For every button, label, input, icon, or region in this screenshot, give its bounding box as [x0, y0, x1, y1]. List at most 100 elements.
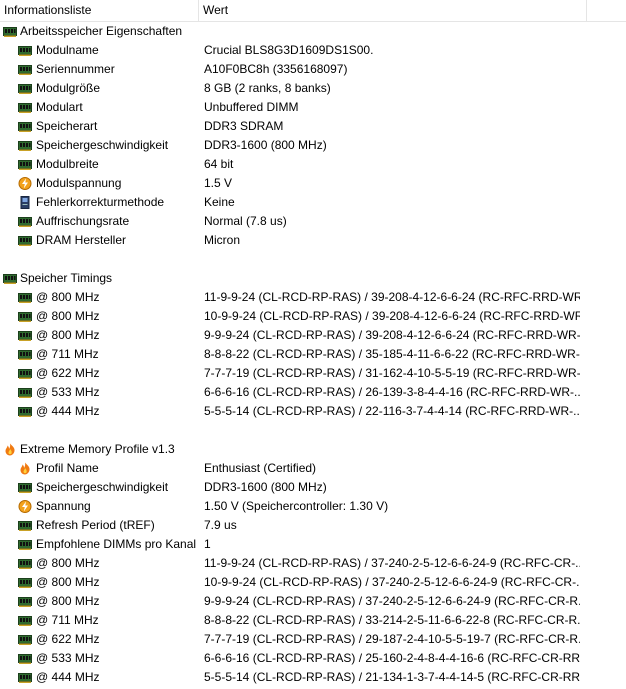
ram-module-icon: [18, 367, 32, 380]
item-value: 11-9-9-24 (CL-RCD-RP-RAS) / 39-208-4-12-…: [204, 290, 580, 304]
item-name: @ 800 MHz: [36, 309, 100, 323]
item-name: Modulspannung: [36, 176, 122, 190]
ram-module-icon: [18, 614, 32, 627]
list-item[interactable]: Speicherart DDR3 SDRAM: [0, 117, 626, 136]
flame-icon: [18, 462, 32, 475]
list-item[interactable]: @ 800 MHz 11-9-9-24 (CL-RCD-RP-RAS) / 37-…: [0, 554, 626, 573]
item-value: Micron: [204, 233, 241, 247]
item-name: Fehlerkorrekturmethode: [36, 195, 165, 209]
ram-module-icon: [18, 234, 32, 247]
list-item[interactable]: @ 800 MHz 10-9-9-24 (CL-RCD-RP-RAS) / 37-…: [0, 573, 626, 592]
list-item[interactable]: Modulspannung 1.5 V: [0, 174, 626, 193]
ram-module-icon: [18, 158, 32, 171]
group-title: Arbeitsspeicher Eigenschaften: [20, 24, 183, 38]
item-name: DRAM Hersteller: [36, 233, 127, 247]
list-item[interactable]: Profil Name Enthusiast (Certified): [0, 459, 626, 478]
list-item[interactable]: @ 800 MHz 10-9-9-24 (CL-RCD-RP-RAS) / 39-…: [0, 307, 626, 326]
list-item[interactable]: Modulbreite 64 bit: [0, 155, 626, 174]
item-name: @ 800 MHz: [36, 575, 100, 589]
list-item[interactable]: @ 622 MHz 7-7-7-19 (CL-RCD-RP-RAS) / 29-1…: [0, 630, 626, 649]
group-header-speicher-timings[interactable]: Speicher Timings: [0, 269, 626, 288]
list-item[interactable]: Refresh Period (tREF) 7.9 us: [0, 516, 626, 535]
item-value: DDR3-1600 (800 MHz): [204, 480, 327, 494]
list-item[interactable]: @ 800 MHz 9-9-9-24 (CL-RCD-RP-RAS) / 39-2…: [0, 326, 626, 345]
info-list: Arbeitsspeicher Eigenschaften Modulname Cr…: [0, 22, 626, 687]
item-name: Modulname: [36, 43, 99, 57]
list-item[interactable]: Speichergeschwindigkeit DDR3-1600 (800 MH…: [0, 478, 626, 497]
ram-module-icon: [18, 595, 32, 608]
ram-module-icon: [18, 481, 32, 494]
ram-module-icon: [3, 272, 17, 285]
item-value: 1: [204, 537, 211, 551]
list-item[interactable]: @ 533 MHz 6-6-6-16 (CL-RCD-RP-RAS) / 25-1…: [0, 649, 626, 668]
item-name: @ 711 MHz: [36, 347, 99, 361]
ram-module-icon: [18, 101, 32, 114]
item-value: 8-8-8-22 (CL-RCD-RP-RAS) / 33-214-2-5-11…: [204, 613, 580, 627]
list-item[interactable]: @ 444 MHz 5-5-5-14 (CL-RCD-RP-RAS) / 21-1…: [0, 668, 626, 687]
item-value: 9-9-9-24 (CL-RCD-RP-RAS) / 37-240-2-5-12…: [204, 594, 580, 608]
item-name: Seriennummer: [36, 62, 115, 76]
item-name: Empfohlene DIMMs pro Kanal: [36, 537, 197, 551]
list-item[interactable]: @ 622 MHz 7-7-7-19 (CL-RCD-RP-RAS) / 31-1…: [0, 364, 626, 383]
list-item[interactable]: Speichergeschwindigkeit DDR3-1600 (800 MH…: [0, 136, 626, 155]
ram-module-icon: [18, 82, 32, 95]
list-item[interactable]: @ 800 MHz 9-9-9-24 (CL-RCD-RP-RAS) / 37-2…: [0, 592, 626, 611]
ram-module-icon: [18, 291, 32, 304]
group-title: Extreme Memory Profile v1.3: [20, 442, 175, 456]
item-name: @ 444 MHz: [36, 404, 100, 418]
list-item[interactable]: Auffrischungsrate Normal (7.8 us): [0, 212, 626, 231]
ram-module-icon: [3, 25, 17, 38]
list-item[interactable]: Empfohlene DIMMs pro Kanal 1: [0, 535, 626, 554]
device-icon: [18, 196, 32, 209]
voltage-icon: [18, 177, 32, 190]
ram-module-icon: [18, 519, 32, 532]
list-item[interactable]: Spannung 1.50 V (Speichercontroller: 1.30…: [0, 497, 626, 516]
item-value: DDR3-1600 (800 MHz): [204, 138, 327, 152]
list-item[interactable]: @ 533 MHz 6-6-6-16 (CL-RCD-RP-RAS) / 26-1…: [0, 383, 626, 402]
list-item[interactable]: Modulart Unbuffered DIMM: [0, 98, 626, 117]
group-header-arbeitsspeicher-eigenschaften[interactable]: Arbeitsspeicher Eigenschaften: [0, 22, 626, 41]
item-value: 10-9-9-24 (CL-RCD-RP-RAS) / 39-208-4-12-…: [204, 309, 580, 323]
item-name: @ 800 MHz: [36, 594, 100, 608]
item-name: Speicherart: [36, 119, 98, 133]
list-item[interactable]: @ 800 MHz 11-9-9-24 (CL-RCD-RP-RAS) / 39-…: [0, 288, 626, 307]
list-item[interactable]: Fehlerkorrekturmethode Keine: [0, 193, 626, 212]
item-value: 6-6-6-16 (CL-RCD-RP-RAS) / 25-160-2-4-8-…: [204, 651, 580, 665]
group-header-extreme-memory-profile-v1-3[interactable]: Extreme Memory Profile v1.3: [0, 440, 626, 459]
item-value: 6-6-6-16 (CL-RCD-RP-RAS) / 26-139-3-8-4-…: [204, 385, 580, 399]
list-item[interactable]: @ 444 MHz 5-5-5-14 (CL-RCD-RP-RAS) / 22-1…: [0, 402, 626, 421]
column-header-name[interactable]: Informationsliste: [0, 0, 199, 21]
item-value: 11-9-9-24 (CL-RCD-RP-RAS) / 37-240-2-5-1…: [204, 556, 580, 570]
ram-module-icon: [18, 405, 32, 418]
item-value: 1.5 V: [204, 176, 233, 190]
list-item[interactable]: Modulgröße 8 GB (2 ranks, 8 banks): [0, 79, 626, 98]
list-item[interactable]: Seriennummer A10F0BC8h (3356168097): [0, 60, 626, 79]
list-item[interactable]: DRAM Hersteller Micron: [0, 231, 626, 250]
group-title: Speicher Timings: [20, 271, 113, 285]
item-value: DDR3 SDRAM: [204, 119, 284, 133]
item-value: 5-5-5-14 (CL-RCD-RP-RAS) / 22-116-3-7-4-…: [204, 404, 580, 418]
item-value: Keine: [204, 195, 235, 209]
item-name: @ 622 MHz: [36, 632, 100, 646]
list-item[interactable]: Modulname Crucial BLS8G3D1609DS1S00.: [0, 41, 626, 60]
item-value: Normal (7.8 us): [204, 214, 287, 228]
ram-module-icon: [18, 329, 32, 342]
item-name: Modulart: [36, 100, 83, 114]
item-name: @ 622 MHz: [36, 366, 100, 380]
item-name: Speichergeschwindigkeit: [36, 480, 169, 494]
item-name: Spannung: [36, 499, 91, 513]
ram-module-icon: [18, 652, 32, 665]
item-value: 7-7-7-19 (CL-RCD-RP-RAS) / 31-162-4-10-5…: [204, 366, 580, 380]
item-name: @ 533 MHz: [36, 385, 100, 399]
ram-module-icon: [18, 576, 32, 589]
list-item[interactable]: @ 711 MHz 8-8-8-22 (CL-RCD-RP-RAS) / 33-2…: [0, 611, 626, 630]
ram-module-icon: [18, 386, 32, 399]
ram-module-icon: [18, 63, 32, 76]
item-name: Speichergeschwindigkeit: [36, 138, 169, 152]
list-item[interactable]: @ 711 MHz 8-8-8-22 (CL-RCD-RP-RAS) / 35-1…: [0, 345, 626, 364]
list-header: Informationsliste Wert: [0, 0, 626, 22]
ram-module-icon: [18, 139, 32, 152]
column-header-value[interactable]: Wert: [199, 0, 587, 21]
